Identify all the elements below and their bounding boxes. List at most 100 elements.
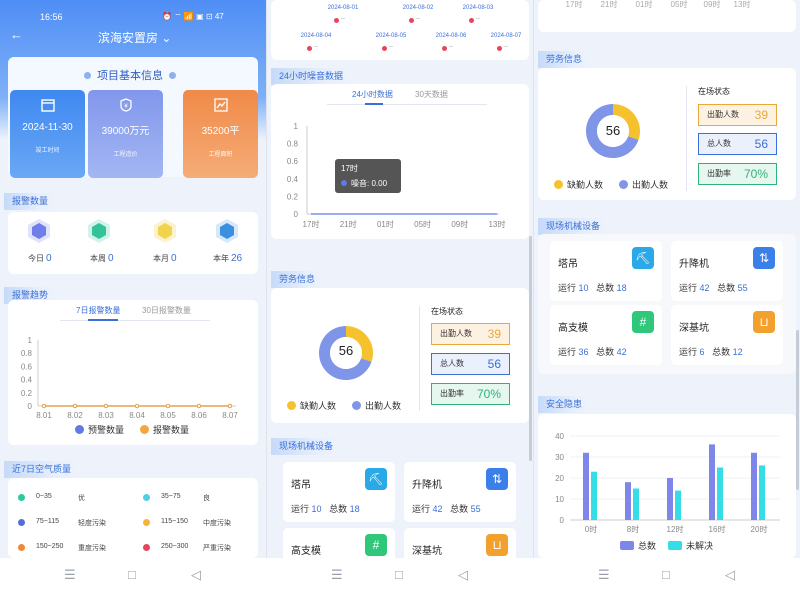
- machine-counts: 运行 10 总数 18: [558, 283, 627, 293]
- status-present: 出勤人数 39: [431, 323, 510, 345]
- scrollbar[interactable]: [529, 236, 532, 461]
- labor-divider: [419, 306, 420, 411]
- menu-icon[interactable]: ☰: [598, 567, 610, 583]
- title-dot-icon: [84, 72, 91, 79]
- noise-value: --: [449, 44, 453, 50]
- aq-range: 250~300: [161, 543, 189, 550]
- machine-name: 塔吊: [291, 480, 311, 491]
- x-tick-label: 8.06: [191, 411, 207, 420]
- y-tick-label: 0: [560, 516, 565, 525]
- data-point: [196, 403, 202, 409]
- x-tick-label: 01时: [377, 219, 394, 229]
- scrollbar[interactable]: [796, 330, 799, 490]
- machine-tower-crane[interactable]: 塔吊 ⛏ 运行 10 总数 18: [550, 241, 662, 301]
- noise-axis-labels: 17时 21时 01时 05时 09时 13时: [566, 0, 751, 9]
- y-tick-label: 20: [555, 474, 564, 483]
- donut-center-value: 56: [605, 123, 621, 138]
- x-tick-label: 8.01: [36, 411, 52, 420]
- bar: [583, 452, 589, 520]
- y-tick-label: 0: [28, 402, 33, 411]
- status-title: 在场状态: [698, 87, 730, 96]
- project-selector[interactable]: 滨海安置房 ⌄: [98, 29, 171, 46]
- status-total: 总人数 56: [698, 133, 777, 155]
- machine-formwork[interactable]: 高支模 # 运行 36 总数 42: [550, 305, 662, 365]
- legend-dot-icon: [352, 401, 361, 410]
- noise-dot-icon: [409, 18, 414, 23]
- tab-30day-alarm[interactable]: 30日报警数量: [142, 305, 191, 316]
- machine-name: 塔吊: [558, 259, 578, 270]
- noise-tooltip: 17时 噪音: 0.00: [335, 159, 401, 193]
- x-tick-label: 05时: [414, 219, 431, 229]
- area-chart-icon: [213, 98, 228, 112]
- legend-warning: 预警数量: [75, 423, 124, 436]
- machine-tower-crane[interactable]: 塔吊 ⛏ 运行 10 总数 18: [283, 462, 395, 522]
- donut-center-value: 56: [338, 343, 354, 358]
- x-tick-label: 17时: [566, 0, 583, 9]
- y-tick-label: 0.4: [21, 376, 33, 385]
- menu-icon[interactable]: ☰: [64, 567, 76, 583]
- legend-swatch-icon: [620, 541, 634, 550]
- machine-pit[interactable]: 深基坑 ⊔ 运行 6 总数 12: [671, 305, 783, 365]
- bar: [675, 490, 681, 520]
- back-icon[interactable]: ◁: [725, 567, 735, 583]
- home-icon[interactable]: □: [128, 567, 136, 582]
- noise-title: 24小时噪音数据: [271, 68, 354, 85]
- y-tick-label: 0.8: [21, 349, 33, 358]
- noise-date: 2024-08-05: [375, 33, 407, 39]
- alarm-week: 本周 0: [90, 253, 114, 264]
- status-rate: 出勤率 70%: [698, 163, 777, 185]
- x-tick-label: 20时: [751, 524, 768, 534]
- y-tick-label: 0.4: [287, 175, 299, 184]
- noise-dot-icon: [497, 46, 502, 51]
- machine-name: 高支模: [291, 546, 321, 557]
- noise-date: 2024-08-07: [490, 33, 522, 39]
- back-icon[interactable]: ◁: [458, 567, 468, 583]
- legend-absent: 缺勤人数: [287, 399, 336, 412]
- aq-range: 35~75: [161, 493, 181, 500]
- data-point: [134, 403, 140, 409]
- legend-swatch-icon: [668, 541, 682, 550]
- tab-24h-noise[interactable]: 24小时数据: [352, 89, 393, 100]
- alarm-today: 今日 0: [28, 253, 52, 264]
- machine-elevator[interactable]: 升降机 ⇅ 运行 42 总数 55: [404, 462, 516, 522]
- aq-dot-icon: [18, 544, 25, 551]
- alarm-month: 本月 0: [153, 253, 177, 264]
- bar: [591, 471, 597, 520]
- back-icon[interactable]: ◁: [191, 567, 201, 583]
- noise-date: 2024-08-01: [327, 5, 359, 11]
- y-tick-label: 40: [555, 432, 564, 441]
- bar: [667, 478, 673, 520]
- y-tick-label: 0.2: [21, 389, 33, 398]
- safety-chart: 0 10 20 30 40 0时 8时 12时 16时 20时: [555, 432, 780, 534]
- tab-7day-alarm[interactable]: 7日报警数量: [76, 305, 120, 316]
- legend-unresolved: 未解决: [668, 539, 713, 552]
- bar: [709, 444, 715, 520]
- machine-formwork[interactable]: 高支模 #: [283, 528, 395, 558]
- x-tick-label: 05时: [671, 0, 688, 9]
- x-tick-label: 21时: [601, 0, 618, 9]
- home-icon[interactable]: □: [395, 567, 403, 582]
- back-arrow-icon[interactable]: ←: [10, 27, 23, 42]
- aq-level: 优: [78, 495, 85, 502]
- data-point: [103, 403, 109, 409]
- machine-pit[interactable]: 深基坑 ⊔: [404, 528, 516, 558]
- x-tick-label: 0时: [585, 524, 597, 534]
- machine-name: 升降机: [412, 480, 442, 491]
- noise-date: 2024-08-04: [300, 33, 332, 39]
- home-icon[interactable]: □: [662, 567, 670, 582]
- noise-dot-icon: [382, 46, 387, 51]
- aq-level: 严重污染: [203, 545, 231, 552]
- stat-label: 工程造价: [113, 152, 138, 158]
- machine-elevator[interactable]: 升降机 ⇅ 运行 42 总数 55: [671, 241, 783, 301]
- data-point: [72, 403, 78, 409]
- machine-name: 深基坑: [679, 323, 709, 334]
- menu-icon[interactable]: ☰: [331, 567, 343, 583]
- data-point: [165, 403, 171, 409]
- x-tick-label: 09时: [704, 0, 721, 9]
- tab-indicator: [365, 103, 383, 105]
- noise-date: 2024-08-03: [462, 5, 494, 11]
- machine-counts: 运行 6 总数 12: [679, 347, 743, 357]
- y-tick-label: 0.8: [287, 140, 299, 149]
- aq-dot-icon: [143, 544, 150, 551]
- tab-30d-noise[interactable]: 30天数据: [415, 89, 448, 100]
